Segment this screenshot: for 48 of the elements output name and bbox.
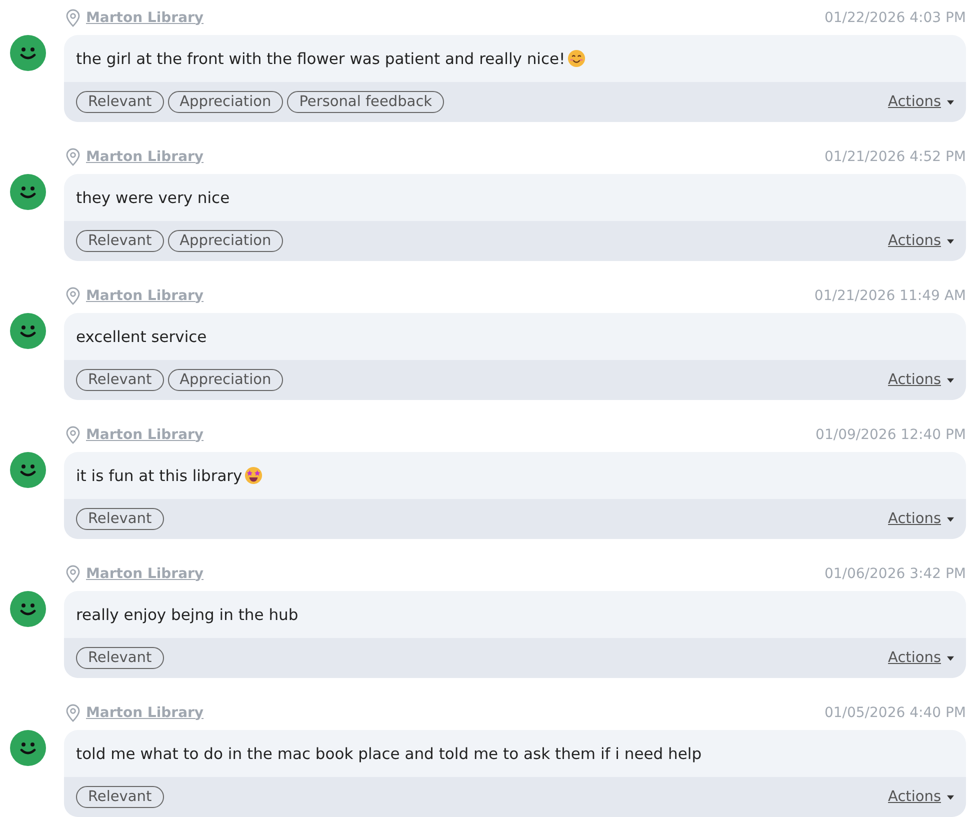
caret-icon: [947, 516, 954, 522]
timestamp: 01/09/2026 12:40 PM: [816, 426, 966, 442]
feedback-message: the girl at the front with the flower was patient and really nice!: [76, 50, 566, 68]
timestamp: 01/22/2026 4:03 PM: [824, 10, 966, 26]
tag-chip: Personal feedback: [287, 91, 444, 113]
feedback-message: it is fun at this library: [76, 466, 242, 484]
tag-chip: Relevant: [76, 647, 164, 669]
tag-chip: Appreciation: [168, 230, 284, 252]
tag-chip: Relevant: [76, 786, 164, 808]
feedback-message: they were very nice: [76, 188, 230, 206]
smiley-face-icon: [10, 452, 46, 488]
smiley-face-icon: [10, 313, 46, 349]
actions-dropdown[interactable]: Actions: [888, 233, 954, 249]
timestamp: 01/21/2026 11:49 AM: [814, 288, 966, 304]
star-eyes-face-icon: [244, 466, 264, 485]
caret-icon: [947, 100, 954, 104]
location-pin-icon: [66, 148, 80, 166]
caret-icon: [947, 656, 954, 660]
tag-chip: Appreciation: [168, 91, 284, 113]
tag-chip: Relevant: [76, 369, 164, 391]
location-pin-icon: [66, 8, 80, 26]
smiley-face-icon: [10, 174, 46, 210]
actions-dropdown[interactable]: Actions: [888, 789, 954, 805]
smiley-face-icon: [10, 730, 46, 766]
actions-dropdown[interactable]: Actions: [888, 372, 954, 388]
tag-chip: Appreciation: [168, 369, 284, 391]
actions-dropdown[interactable]: Actions: [888, 511, 954, 527]
location-pin-icon: [66, 564, 80, 582]
feedback-message: really enjoy bejng in the hub: [76, 606, 298, 624]
actions-dropdown[interactable]: Actions: [888, 650, 954, 666]
actions-dropdown[interactable]: Actions: [888, 94, 954, 110]
tag-chip: Relevant: [76, 230, 164, 252]
caret-icon: [947, 238, 954, 244]
location-pin-icon: [66, 426, 80, 444]
smiling-face-icon: [567, 49, 586, 68]
caret-icon: [947, 378, 954, 382]
caret-icon: [947, 794, 954, 800]
smiley-face-icon: [10, 35, 46, 71]
tag-chip: Relevant: [76, 508, 164, 530]
location-pin-icon: [66, 286, 80, 304]
timestamp: 01/05/2026 4:40 PM: [824, 704, 966, 720]
timestamp: 01/06/2026 3:42 PM: [824, 566, 966, 582]
feedback-message: excellent service: [76, 328, 207, 346]
tag-chip: Relevant: [76, 91, 164, 113]
timestamp: 01/21/2026 4:52 PM: [824, 148, 966, 164]
feedback-message: told me what to do in the mac book place and told me to ask them if i need help: [76, 744, 702, 762]
smiley-face-icon: [10, 591, 46, 627]
location-pin-icon: [66, 704, 80, 722]
